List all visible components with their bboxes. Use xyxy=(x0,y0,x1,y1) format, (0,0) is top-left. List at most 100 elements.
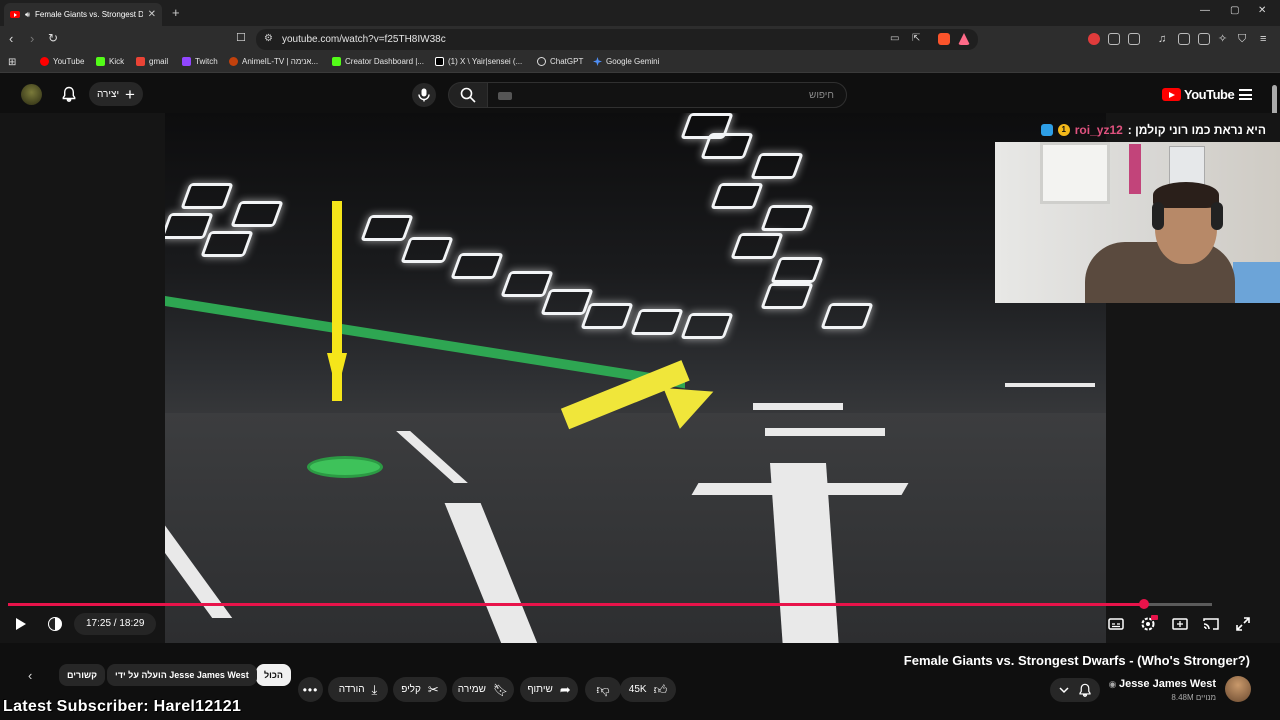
thumbs-up-icon: 👍︎ xyxy=(653,681,668,697)
maximize-icon[interactable]: ▢ xyxy=(1230,5,1239,16)
chip-all[interactable]: הכול xyxy=(256,664,291,686)
speaker-icon[interactable]: 🔊︎ xyxy=(25,10,30,20)
search-button[interactable] xyxy=(448,82,488,108)
install-icon[interactable]: ▭ xyxy=(890,33,899,44)
address-bar: ‹ › ↻ ☐ ⚙ youtube.com/watch?v=f25TH8IW38… xyxy=(0,26,1280,53)
notifications-bell-icon[interactable] xyxy=(61,86,77,102)
tab-close-icon[interactable]: ✕ xyxy=(148,9,156,20)
bookmark-kick[interactable]: Kick xyxy=(96,57,124,66)
bookmark-x[interactable]: (1) X \ Yair|sensei (... xyxy=(435,57,522,66)
bookmark-creator-dashboard[interactable]: Creator Dashboard |... xyxy=(332,57,424,66)
scissors-icon: ✂ xyxy=(427,681,439,697)
bookmark-chatgpt[interactable]: ChatGPT xyxy=(537,57,583,66)
video-title: Female Giants vs. Strongest Dwarfs - (Wh… xyxy=(903,653,1250,668)
extension-record-icon[interactable] xyxy=(1088,33,1100,45)
account-avatar[interactable] xyxy=(21,84,42,105)
leo-ai-icon[interactable]: ✧ xyxy=(1218,33,1230,45)
video-weight-plate xyxy=(307,456,383,478)
kick-icon xyxy=(332,57,341,66)
youtube-icon xyxy=(40,57,49,66)
channel-avatar[interactable] xyxy=(1225,676,1251,702)
gemini-icon xyxy=(593,57,602,66)
save-button[interactable]: שמירה 🔖︎ xyxy=(452,677,514,702)
volume-button[interactable] xyxy=(42,612,68,636)
apps-grid-icon[interactable]: ⊞ xyxy=(8,57,16,68)
bookmark-youtube[interactable]: YouTube xyxy=(40,57,84,66)
site-info-icon[interactable]: ⚙ xyxy=(264,33,273,44)
video-frame[interactable] xyxy=(165,113,1106,643)
download-button[interactable]: הורדה ⤓ xyxy=(328,677,388,702)
animeil-icon xyxy=(229,57,238,66)
chip-related[interactable]: קשורים xyxy=(59,664,106,686)
window-close-icon[interactable]: ✕ xyxy=(1258,5,1266,16)
cast-icon[interactable] xyxy=(1201,614,1221,634)
like-button[interactable]: 45K 👍︎ xyxy=(620,677,676,702)
chip-uploaded-by[interactable]: הועלה על ידי Jesse James West xyxy=(107,664,257,686)
save-bookmark-icon: 🔖︎ xyxy=(492,682,509,697)
vpn-icon[interactable]: ⛉ xyxy=(1238,33,1250,45)
minimize-icon[interactable]: — xyxy=(1200,5,1210,16)
more-actions-button[interactable]: ••• xyxy=(298,677,323,702)
bookmark-twitch[interactable]: Twitch xyxy=(182,57,218,66)
chevron-down-icon xyxy=(1059,687,1069,694)
brave-rewards-icon[interactable] xyxy=(958,33,970,45)
download-icon: ⤓ xyxy=(371,681,378,697)
youtube-logo[interactable]: YouTube xyxy=(1162,87,1235,102)
fullscreen-icon[interactable] xyxy=(1233,614,1253,634)
menu-icon[interactable]: ≡ xyxy=(1260,33,1272,45)
latest-subscriber-overlay: Latest Subscriber: Harel12121 xyxy=(3,698,242,715)
brave-shield-icon[interactable] xyxy=(938,33,950,45)
browser-tab[interactable]: 🔊︎ Female Giants vs. Strongest D ✕ xyxy=(4,3,162,26)
miniplayer-icon[interactable] xyxy=(1170,614,1190,634)
keyboard-icon[interactable] xyxy=(498,92,512,100)
chat-platform-icon xyxy=(1040,124,1053,136)
share-page-icon[interactable]: ⇱ xyxy=(912,33,920,44)
stream-chat-message: היא נראת כמו רוני קולמן : roi_yz12 1 xyxy=(1040,121,1266,139)
voice-search-button[interactable] xyxy=(412,83,436,107)
video-player[interactable] xyxy=(0,113,1280,643)
verified-icon: ◉ xyxy=(1108,679,1119,689)
url-field[interactable]: ⚙ youtube.com/watch?v=f25TH8IW38c ▭ ⇱ xyxy=(256,29,978,50)
wallet-icon[interactable] xyxy=(1198,33,1210,45)
progress-played xyxy=(8,603,1144,606)
settings-gear-icon[interactable] xyxy=(1138,614,1158,634)
subscription-bell-button[interactable] xyxy=(1050,678,1100,702)
extensions-icon[interactable] xyxy=(1108,33,1120,45)
time-display: 17:25 / 18:29 xyxy=(74,613,157,635)
channel-name[interactable]: ◉ Jesse James West xyxy=(1109,678,1216,690)
clip-label: קליפ xyxy=(401,684,421,695)
guide-menu-icon[interactable] xyxy=(1239,89,1252,100)
chatgpt-icon xyxy=(537,57,546,66)
chat-text: היא נראת כמו רוני קולמן : xyxy=(1127,123,1266,137)
bookmark-gemini[interactable]: Google Gemini xyxy=(593,57,659,66)
tab-title: Female Giants vs. Strongest D xyxy=(35,10,143,19)
play-button[interactable] xyxy=(8,612,34,636)
dislike-button[interactable]: 👎︎ xyxy=(585,677,621,702)
media-icon[interactable]: ♫ xyxy=(1158,33,1170,45)
search-icon xyxy=(460,87,476,103)
back-icon[interactable]: ‹ xyxy=(9,31,13,46)
forward-icon[interactable]: › xyxy=(30,31,34,46)
extension-box-icon[interactable] xyxy=(1128,33,1140,45)
kick-icon xyxy=(96,57,105,66)
create-button[interactable]: יצירה + xyxy=(89,82,143,106)
video-progress-bar[interactable] xyxy=(8,599,1212,609)
subtitles-icon[interactable] xyxy=(1106,614,1126,634)
chips-scroll-left-icon[interactable]: ‹ xyxy=(28,668,32,683)
bookmark-gmail[interactable]: gmail xyxy=(136,57,168,66)
new-tab-icon[interactable]: + xyxy=(172,5,180,20)
microphone-icon xyxy=(418,88,430,102)
video-floor xyxy=(165,413,1106,643)
youtube-logo-text: YouTube xyxy=(1184,87,1235,102)
sidebar-icon[interactable] xyxy=(1178,33,1190,45)
reload-icon[interactable]: ↻ xyxy=(48,31,58,45)
subscriber-count: 8.48M מנויים xyxy=(1171,693,1216,702)
gmail-icon xyxy=(136,57,145,66)
share-button[interactable]: שיתוף ➦ xyxy=(520,677,578,702)
download-label: הורדה xyxy=(338,684,365,695)
bookmark-icon[interactable]: ☐ xyxy=(236,31,246,44)
search-input[interactable]: חיפוש xyxy=(487,82,847,108)
progress-scrubber[interactable] xyxy=(1138,599,1149,609)
bookmark-animeil[interactable]: AnimeIL-TV | אנימה... xyxy=(229,57,318,66)
clip-button[interactable]: קליפ ✂ xyxy=(393,677,447,702)
